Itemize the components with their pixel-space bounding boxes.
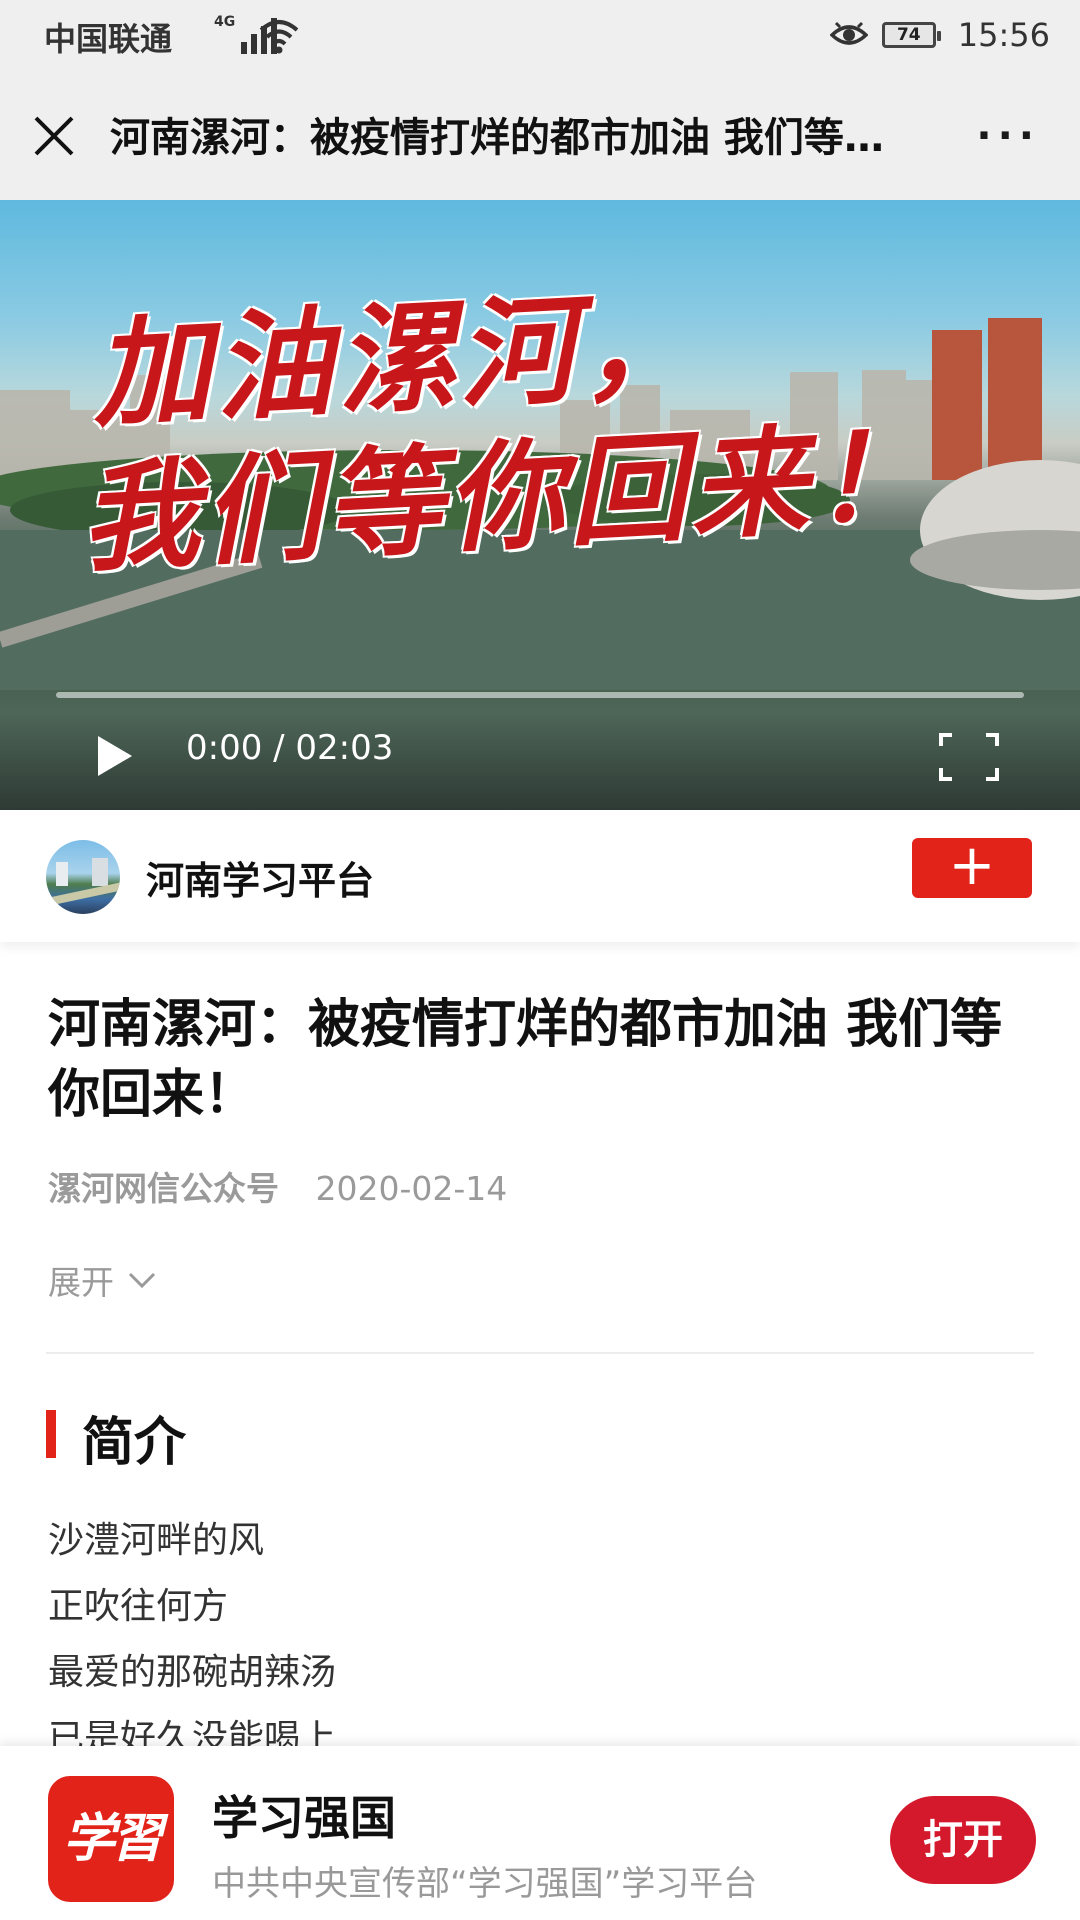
title-bar: 河南漯河：被疫情打烊的都市加油 我们等你回来！ ··· <box>0 76 1080 200</box>
open-app-button[interactable]: 打开 <box>890 1796 1036 1884</box>
avatar[interactable] <box>46 840 120 914</box>
intro-line: 最爱的那碗胡辣汤 <box>48 1652 337 1693</box>
video-player[interactable]: 加油漯河， 我们等你回来！ 0:00 / 02:03 <box>0 200 1080 810</box>
intro-heading: 简介 <box>82 1413 187 1473</box>
follow-button[interactable]: + <box>912 838 1032 898</box>
network-type: 4G <box>214 14 236 30</box>
clock: 15:56 <box>957 16 1050 54</box>
page-title: 河南漯河：被疫情打烊的都市加油 我们等你回来！ <box>110 115 900 161</box>
expand-button[interactable]: 展开 <box>48 1256 156 1304</box>
eye-comfort-icon <box>829 21 868 45</box>
intro-text: 沙澧河畔的风 正吹往何方 最爱的那碗胡辣汤 已是好久没能喝上 <box>48 1508 336 1772</box>
article-source[interactable]: 漯河网信公众号 <box>48 1169 279 1208</box>
intro-line: 沙澧河畔的风 <box>48 1520 265 1561</box>
divider <box>46 1352 1034 1354</box>
carrier-label: 中国联通 <box>44 20 173 58</box>
more-options-icon[interactable]: ··· <box>976 116 1040 156</box>
channel-name[interactable]: 河南学习平台 <box>146 850 374 905</box>
fullscreen-icon[interactable] <box>938 732 1000 782</box>
app-description: 中共中央宣传部“学习强国”学习平台 <box>212 1864 758 1904</box>
intro-line: 正吹往何方 <box>48 1586 229 1627</box>
status-bar: 中国联通 4G 74 15:56 <box>0 0 1080 76</box>
app-logo: 学習 <box>48 1776 174 1902</box>
article-title: 河南漯河：被疫情打烊的都市加油 我们等你回来！ <box>48 995 1003 1125</box>
video-progress-bar[interactable] <box>56 692 1024 698</box>
chevron-down-icon <box>128 1272 156 1289</box>
section-marker <box>46 1410 56 1458</box>
channel-bar: 河南学习平台 + <box>0 810 1080 942</box>
expand-label: 展开 <box>48 1263 114 1302</box>
battery-icon: 74 <box>881 22 941 48</box>
play-icon[interactable] <box>94 732 136 780</box>
video-overlay-line-1: 加油漯河， <box>88 273 706 444</box>
article-date: 2020-02-14 <box>315 1169 508 1208</box>
app-name: 学习强国 <box>212 1791 396 1845</box>
close-icon[interactable] <box>32 114 76 158</box>
app-download-banner: 学習 学习强国 中共中央宣传部“学习强国”学习平台 打开 <box>0 1746 1080 1920</box>
video-time: 0:00 / 02:03 <box>186 728 394 768</box>
article-meta: 漯河网信公众号 2020-02-14 <box>48 1162 507 1210</box>
wifi-icon <box>259 20 299 54</box>
